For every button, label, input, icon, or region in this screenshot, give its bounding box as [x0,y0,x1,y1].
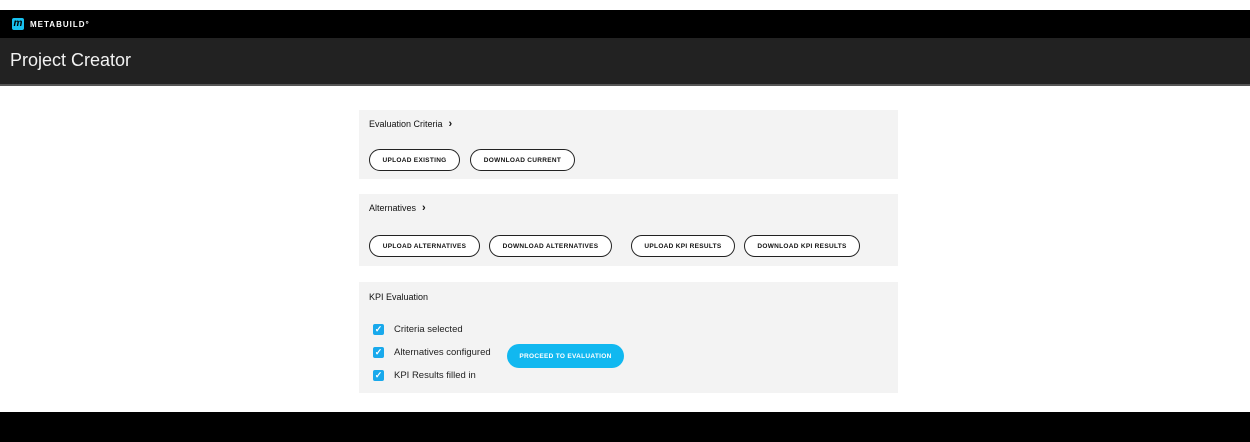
checkbox-checked-icon[interactable]: ✓ [373,347,384,358]
download-kpi-results-button[interactable]: DOWNLOAD KPI RESULTS [744,235,860,257]
evaluation-criteria-card: Evaluation Criteria › UPLOAD EXISTING DO… [359,110,898,179]
check-alternatives-configured: ✓ Alternatives configured [373,347,491,358]
kpi-evaluation-title: KPI Evaluation [369,292,429,302]
proceed-to-evaluation-button[interactable]: PROCEED TO EVALUATION [507,344,624,368]
footer-bar [0,412,1250,442]
chevron-right-icon: › [448,117,453,130]
evaluation-criteria-header[interactable]: Evaluation Criteria › [369,117,453,130]
check-label: KPI Results filled in [394,370,476,381]
download-current-button[interactable]: DOWNLOAD CURRENT [470,149,575,171]
evaluation-criteria-title: Evaluation Criteria [369,119,443,129]
brand-logo: m METABUILD° [12,18,90,30]
alternatives-header[interactable]: Alternatives › [369,201,426,214]
upload-kpi-results-button[interactable]: UPLOAD KPI RESULTS [631,235,735,257]
download-alternatives-button[interactable]: DOWNLOAD ALTERNATIVES [489,235,612,257]
check-kpi-results-filled: ✓ KPI Results filled in [373,370,476,381]
alternatives-title: Alternatives [369,203,417,213]
upload-existing-button[interactable]: UPLOAD EXISTING [369,149,460,171]
title-bar: Project Creator [0,38,1250,86]
kpi-evaluation-header: KPI Evaluation [369,292,428,302]
page-title: Project Creator [10,50,132,70]
kpi-evaluation-card: KPI Evaluation ✓ Criteria selected ✓ Alt… [359,282,898,393]
check-label: Alternatives configured [394,347,491,358]
brand-name: METABUILD° [30,19,90,29]
check-label: Criteria selected [394,324,463,335]
chevron-right-icon: › [422,201,426,214]
alternatives-card: Alternatives › UPLOAD ALTERNATIVES DOWNL… [359,194,898,266]
upload-alternatives-button[interactable]: UPLOAD ALTERNATIVES [369,235,480,257]
checkbox-checked-icon[interactable]: ✓ [373,324,384,335]
top-bar: m METABUILD° [0,10,1250,38]
checkbox-checked-icon[interactable]: ✓ [373,370,384,381]
metabuild-logo-icon: m [12,18,24,30]
check-criteria-selected: ✓ Criteria selected [373,324,463,335]
